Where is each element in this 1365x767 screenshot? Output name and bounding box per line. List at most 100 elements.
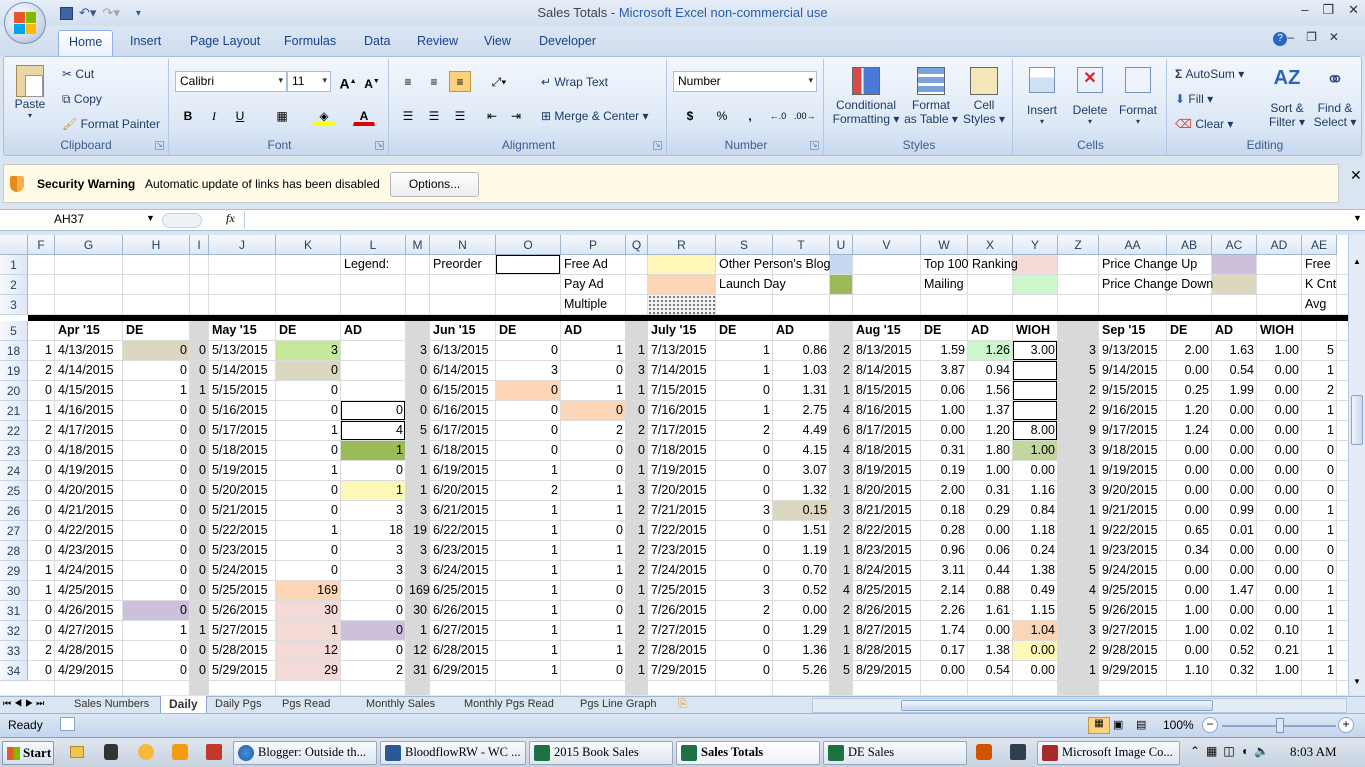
value-cell[interactable]: 0 — [561, 523, 626, 537]
value-cell[interactable]: 0 — [190, 343, 209, 357]
horizontal-scrollbar[interactable] — [812, 698, 1347, 713]
value-cell[interactable]: 1 — [1302, 623, 1337, 637]
date-cell[interactable]: 8/16/2015 — [853, 403, 915, 417]
date-cell[interactable]: 6/26/2015 — [430, 603, 492, 617]
close-security-bar-icon[interactable]: ✕ — [1350, 167, 1362, 184]
value-cell[interactable]: 1 — [276, 523, 341, 537]
column-title[interactable]: AD — [773, 323, 797, 337]
value-cell[interactable]: 0 — [123, 443, 190, 457]
column-header[interactable]: O — [496, 235, 561, 255]
legend-free[interactable]: Free — [1302, 257, 1334, 271]
column-title[interactable]: DE — [123, 323, 146, 337]
app-icon[interactable] — [206, 744, 222, 760]
column-header[interactable]: F — [28, 235, 55, 255]
value-cell[interactable]: 0 — [496, 383, 561, 397]
column-title[interactable]: DE — [921, 323, 944, 337]
options-button[interactable]: Options... — [390, 172, 479, 197]
value-cell[interactable]: 0 — [561, 603, 626, 617]
date-cell[interactable]: 8/18/2015 — [853, 443, 915, 457]
date-cell[interactable]: 7/19/2015 — [648, 463, 710, 477]
value-cell[interactable]: 0 — [341, 623, 406, 637]
decrease-decimal-icon[interactable]: .00→ — [793, 105, 816, 126]
date-cell[interactable]: 4/24/2015 — [55, 563, 117, 577]
value-cell[interactable]: 0 — [276, 503, 341, 517]
percent-button[interactable]: % — [711, 105, 733, 126]
date-cell[interactable]: 4/16/2015 — [55, 403, 117, 417]
date-cell[interactable]: 4/20/2015 — [55, 483, 117, 497]
value-cell[interactable]: 1 — [626, 463, 648, 477]
value-cell[interactable]: 0 — [716, 463, 773, 477]
value-cell[interactable]: 1.16 — [1013, 483, 1058, 497]
date-cell[interactable]: 7/16/2015 — [648, 403, 710, 417]
value-cell[interactable]: 0 — [190, 583, 209, 597]
cell-styles-button[interactable]: Cell Styles ▾ — [960, 67, 1008, 126]
value-cell[interactable]: 1.26 — [968, 343, 1013, 357]
taskbar-item-sales-totals[interactable]: Sales Totals — [676, 741, 820, 765]
column-title[interactable]: Aug '15 — [853, 323, 904, 337]
value-cell[interactable]: 3 — [406, 543, 430, 557]
value-cell[interactable]: 2 — [626, 563, 648, 577]
column-title[interactable]: May '15 — [209, 323, 260, 337]
date-cell[interactable]: 8/23/2015 — [853, 543, 915, 557]
taskbar-item-2015-book-sales[interactable]: 2015 Book Sales — [529, 741, 673, 765]
date-cell[interactable]: 4/27/2015 — [55, 623, 117, 637]
date-cell[interactable]: 9/29/2015 — [1099, 663, 1161, 677]
value-cell[interactable]: 0.84 — [1013, 503, 1058, 517]
column-title[interactable]: AD — [561, 323, 585, 337]
value-cell[interactable]: 1.59 — [921, 343, 968, 357]
smiley-icon[interactable] — [138, 744, 154, 760]
date-cell[interactable]: 7/13/2015 — [648, 343, 710, 357]
font-color-icon[interactable]: A — [353, 105, 375, 126]
date-cell[interactable]: 8/15/2015 — [853, 383, 915, 397]
value-cell[interactable]: 1.74 — [921, 623, 968, 637]
value-cell[interactable]: 18 — [341, 523, 406, 537]
value-cell[interactable]: 3 — [716, 503, 773, 517]
value-cell[interactable]: 1 — [561, 483, 626, 497]
value-cell[interactable]: 1 — [496, 563, 561, 577]
value-cell[interactable]: 0 — [190, 443, 209, 457]
value-cell[interactable]: 0 — [276, 483, 341, 497]
value-cell[interactable]: 0 — [716, 543, 773, 557]
value-cell[interactable]: 0 — [123, 603, 190, 617]
font-size-combo[interactable]: 11 — [287, 71, 331, 92]
tab-developer[interactable]: Developer — [539, 34, 596, 48]
date-cell[interactable]: 4/18/2015 — [55, 443, 117, 457]
date-cell[interactable]: 9/21/2015 — [1099, 503, 1161, 517]
value-cell[interactable]: 0 — [716, 663, 773, 677]
value-cell[interactable]: 0.96 — [921, 543, 968, 557]
value-cell[interactable]: 169 — [406, 583, 430, 597]
value-cell[interactable]: 2 — [830, 343, 853, 357]
date-cell[interactable]: 7/20/2015 — [648, 483, 710, 497]
value-cell[interactable]: 1 — [276, 423, 341, 437]
value-cell[interactable]: 1.36 — [773, 643, 830, 657]
zoom-level[interactable]: 100% — [1163, 718, 1194, 732]
value-cell[interactable]: 0.28 — [921, 523, 968, 537]
value-cell[interactable]: 1 — [28, 563, 55, 577]
legend-pay-ad[interactable]: Pay Ad — [561, 277, 607, 291]
value-cell[interactable]: 1 — [496, 463, 561, 477]
row-header[interactable]: 25 — [0, 481, 28, 501]
scroll-up-icon[interactable]: ▲ — [1351, 257, 1363, 271]
date-cell[interactable]: 7/24/2015 — [648, 563, 710, 577]
value-cell[interactable]: 1 — [561, 543, 626, 557]
date-cell[interactable]: 8/26/2015 — [853, 603, 915, 617]
column-header[interactable]: U — [830, 235, 853, 255]
value-cell[interactable]: 1 — [561, 563, 626, 577]
value-cell[interactable]: 2.75 — [773, 403, 830, 417]
value-cell[interactable]: 3 — [830, 463, 853, 477]
value-cell[interactable]: 1 — [561, 383, 626, 397]
taskbar-item-de-sales[interactable]: DE Sales — [823, 741, 967, 765]
date-cell[interactable]: 5/24/2015 — [209, 563, 271, 577]
value-cell[interactable]: 1 — [496, 643, 561, 657]
date-cell[interactable]: 5/19/2015 — [209, 463, 271, 477]
value-cell[interactable]: 3 — [406, 563, 430, 577]
value-cell[interactable]: 0 — [626, 403, 648, 417]
sheet-tab-pgs-line-graph[interactable]: Pgs Line Graph — [580, 697, 656, 713]
align-center-icon[interactable]: ☰ — [423, 105, 445, 126]
value-cell[interactable]: 0 — [276, 363, 341, 377]
value-cell[interactable]: 3.11 — [921, 563, 968, 577]
value-cell[interactable]: 0 — [716, 443, 773, 457]
date-cell[interactable]: 9/26/2015 — [1099, 603, 1161, 617]
value-cell[interactable]: 0 — [123, 363, 190, 377]
value-cell[interactable]: 0 — [1302, 463, 1337, 477]
